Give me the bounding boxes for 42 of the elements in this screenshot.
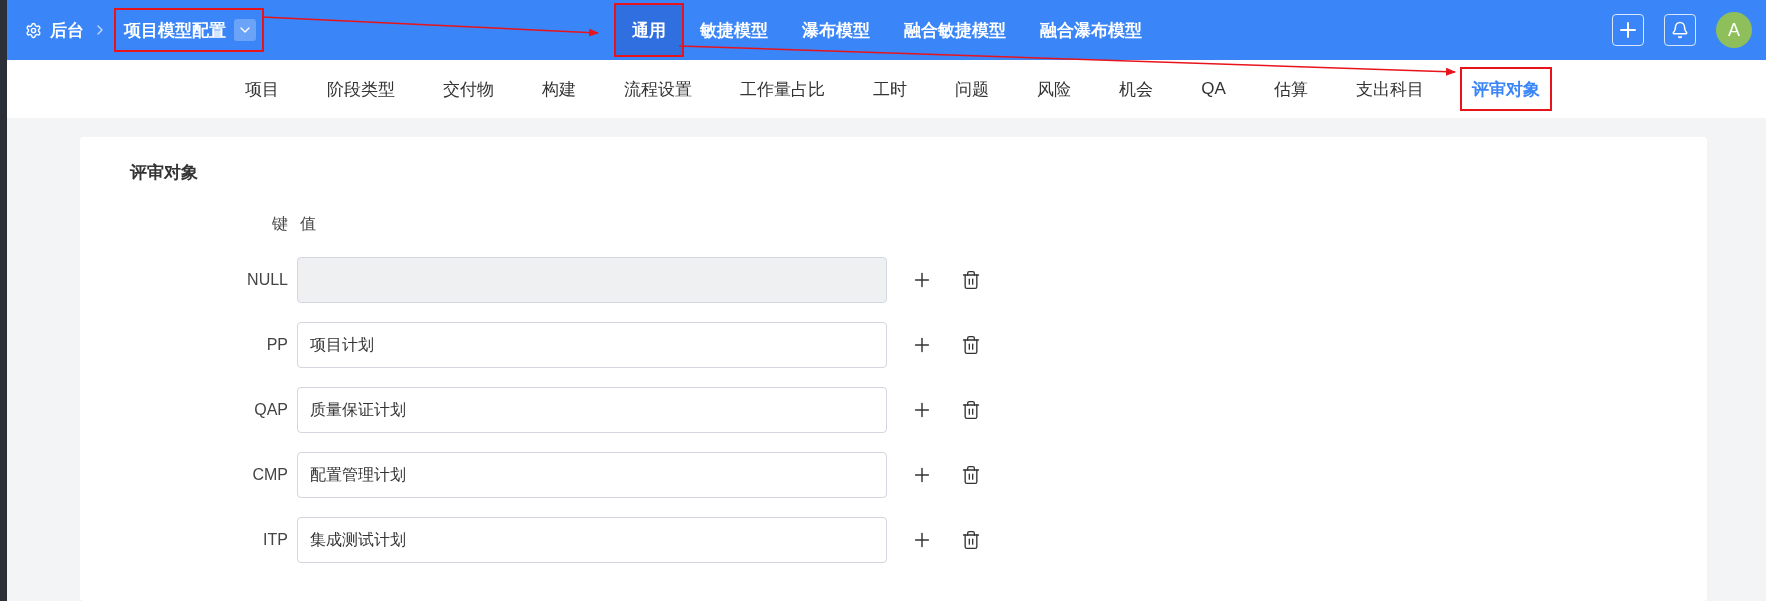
bell-icon	[1671, 21, 1689, 39]
config-tab[interactable]: 估算	[1263, 69, 1318, 109]
trash-icon	[961, 530, 981, 550]
model-tab[interactable]: 融合敏捷模型	[887, 5, 1022, 55]
config-tab[interactable]: 阶段类型	[317, 69, 406, 109]
value-field[interactable]: 集成测试计划	[297, 517, 887, 563]
notification-button[interactable]	[1664, 14, 1696, 46]
config-tab[interactable]: 支出科目	[1345, 69, 1434, 109]
trash-icon	[961, 335, 981, 355]
model-tab[interactable]: 通用	[615, 5, 682, 55]
config-tab[interactable]: 评审对象	[1461, 69, 1550, 109]
config-tab[interactable]: 项目	[235, 69, 290, 109]
value-field[interactable]: 质量保证计划	[297, 387, 887, 433]
config-tab[interactable]: 工作量占比	[730, 69, 836, 109]
section-title: 评审对象	[130, 162, 199, 184]
breadcrumb-title: 项目模型配置	[124, 19, 226, 42]
value-field[interactable]: 配置管理计划	[297, 452, 887, 498]
config-tab[interactable]: 交付物	[433, 69, 505, 109]
value-header: 值	[300, 214, 316, 234]
config-tab[interactable]: 风险	[1027, 69, 1082, 109]
trash-icon	[961, 465, 981, 485]
model-tab[interactable]: 融合瀑布模型	[1023, 5, 1158, 55]
add-button[interactable]	[1612, 14, 1644, 46]
model-tab[interactable]: 敏捷模型	[683, 5, 784, 55]
entry-key: PP	[130, 336, 288, 354]
model-tab[interactable]: 瀑布模型	[785, 5, 886, 55]
value-field[interactable]: 项目计划	[297, 322, 887, 368]
breadcrumb-link[interactable]: 后台	[25, 18, 84, 42]
config-tab[interactable]: QA	[1191, 69, 1236, 109]
entry-key: QAP	[130, 401, 288, 419]
config-tab[interactable]: 构建	[532, 69, 587, 109]
trash-icon	[961, 270, 981, 290]
entry-key: NULL	[130, 271, 288, 289]
settings-icon	[25, 21, 42, 39]
entry-key: ITP	[130, 531, 288, 549]
trash-icon	[961, 400, 981, 420]
config-tab[interactable]: 机会	[1109, 69, 1164, 109]
config-tab[interactable]: 工时	[863, 69, 918, 109]
key-header: 键	[271, 214, 288, 234]
config-tab[interactable]: 流程设置	[614, 69, 703, 109]
config-tab[interactable]: 问题	[945, 69, 1000, 109]
entry-key: CMP	[130, 466, 288, 484]
